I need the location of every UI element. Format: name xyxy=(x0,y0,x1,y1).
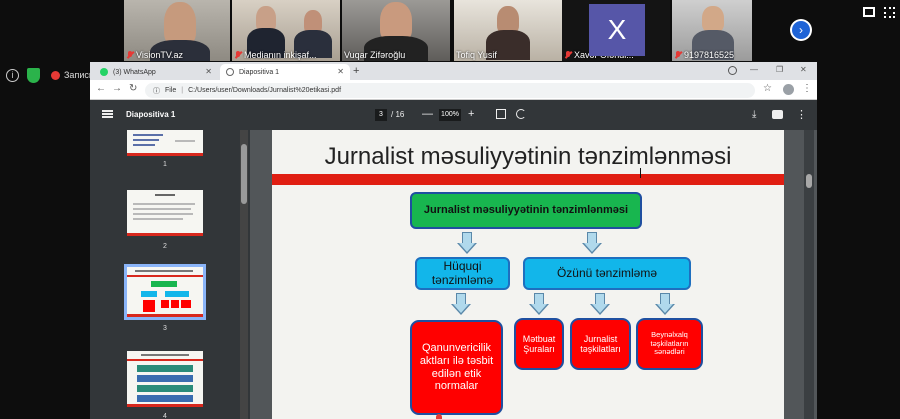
arrow-down-icon xyxy=(582,232,602,256)
rotate-icon[interactable] xyxy=(516,109,526,119)
thumbnail-page-1[interactable] xyxy=(127,130,203,156)
new-tab-button[interactable]: + xyxy=(353,65,359,77)
info-icon: ⓘ xyxy=(153,87,160,95)
zoom-input[interactable]: 100% xyxy=(439,109,461,121)
tab-pdf[interactable]: Diapositiva 1 ✕ xyxy=(220,64,350,80)
muted-mic-icon xyxy=(674,51,682,59)
participant-name: Vuqar Zifəroğlu xyxy=(344,50,406,60)
close-tab-icon[interactable]: ✕ xyxy=(205,67,212,76)
reload-button[interactable]: ↻ xyxy=(129,83,137,94)
participant-tile-2[interactable]: Medianın inkişaf... xyxy=(232,0,340,61)
download-icon[interactable]: ⤓ xyxy=(752,109,756,120)
branch-node-legal: Hüquqi tənzimləmə xyxy=(415,257,510,290)
thumbnail-page-4[interactable] xyxy=(127,351,203,407)
close-window-button[interactable]: ✕ xyxy=(800,65,807,74)
participant-name: Medianın inkişaf... xyxy=(234,50,317,60)
page-number-input[interactable]: 3 xyxy=(375,109,387,121)
recording-indicator-icon xyxy=(436,414,442,419)
leaf-node-legal: Qanunvericilik aktları ilə təsbit edilən… xyxy=(410,320,503,415)
menu-icon[interactable]: ⋮ xyxy=(802,83,812,94)
slide-title: Jurnalist məsuliyyətinin tənzimlənməsi xyxy=(324,143,732,170)
thumbnail-sidebar: 1 2 3 4 xyxy=(90,130,250,419)
menu-icon[interactable] xyxy=(102,110,113,118)
thumbnail-number: 3 xyxy=(163,325,167,332)
arrow-down-icon xyxy=(457,232,477,256)
thumbnail-number: 2 xyxy=(163,243,167,250)
tab-whatsapp[interactable]: (3) WhatsApp ✕ xyxy=(94,64,218,80)
sidebar-scrollbar-thumb[interactable] xyxy=(241,144,247,204)
fit-page-icon[interactable] xyxy=(496,109,506,119)
close-tab-icon[interactable]: ✕ xyxy=(337,67,344,76)
participant-tile-1[interactable]: VisionTV.az xyxy=(124,0,230,61)
thumbnail-number: 4 xyxy=(163,413,167,419)
participant-tile-3[interactable]: Vuqar Zifəroğlu xyxy=(342,0,450,61)
maximize-button[interactable]: ❐ xyxy=(776,65,783,74)
chevron-right-icon: › xyxy=(792,21,810,39)
layout-icon[interactable] xyxy=(863,7,875,17)
url-field[interactable]: ⓘ File | C:/Users/user/Downloads/Jurnali… xyxy=(145,83,755,98)
extension-icon[interactable] xyxy=(728,66,737,75)
participant-name: Tofiq Yusif xyxy=(456,50,497,60)
participant-name: 9197816525 xyxy=(674,50,734,60)
pdf-toolbar: Diapositiva 1 3 / 16 — 100% + ⤓ ⋮ xyxy=(90,100,817,130)
forward-button[interactable]: → xyxy=(112,83,122,94)
screen: VisionTV.az Medianın inkişaf... Vuqar Zi… xyxy=(0,0,900,419)
participant-name: VisionTV.az xyxy=(126,50,183,60)
thumbnail-number: 1 xyxy=(163,161,167,168)
thumbnail-page-3[interactable] xyxy=(124,264,206,320)
info-icon[interactable]: i xyxy=(6,69,19,82)
muted-mic-icon xyxy=(234,51,242,59)
print-icon[interactable] xyxy=(772,110,783,119)
profile-icon[interactable] xyxy=(783,84,794,95)
back-button[interactable]: ← xyxy=(96,83,106,94)
meeting-status-bar: i Запись xyxy=(0,66,94,86)
arrow-down-icon xyxy=(590,293,610,317)
viewer-scrollbar-thumb[interactable] xyxy=(806,174,812,188)
zoom-in-button[interactable]: + xyxy=(468,108,474,120)
muted-mic-icon xyxy=(564,51,572,59)
page-count: / 16 xyxy=(391,110,405,119)
recording-icon xyxy=(51,71,60,80)
title-band xyxy=(272,174,784,185)
fullscreen-icon[interactable] xyxy=(884,7,895,18)
tab-bar: (3) WhatsApp ✕ Diapositiva 1 ✕ + — ❐ ✕ xyxy=(90,62,817,80)
leaf-node-intl-orgs: Beynəlxalq təşkilatların sənədləri xyxy=(636,318,703,370)
text-cursor xyxy=(640,168,641,178)
participant-tile-6[interactable]: 9197816525 xyxy=(672,0,752,61)
arrow-down-icon xyxy=(655,293,675,317)
minimize-button[interactable]: — xyxy=(750,65,758,74)
document-title: Diapositiva 1 xyxy=(126,110,176,119)
root-node: Jurnalist məsuliyyətinin tənzimlənməsi xyxy=(410,192,642,229)
shield-icon[interactable] xyxy=(27,68,40,83)
muted-mic-icon xyxy=(126,51,134,59)
participant-tile-4[interactable]: Tofiq Yusif xyxy=(454,0,562,61)
arrow-down-icon xyxy=(451,293,471,317)
pdf-viewer: 1 2 3 4 Jurnalist məsuliyyətinin tənziml… xyxy=(90,130,817,419)
more-options-icon[interactable]: ⋮ xyxy=(796,108,807,121)
arrow-down-icon xyxy=(529,293,549,317)
address-bar: ← → ↻ ⓘ File | C:/Users/user/Downloads/J… xyxy=(90,80,817,100)
next-participants-button[interactable]: › xyxy=(790,19,812,41)
meeting-background xyxy=(817,62,900,419)
participant-strip: VisionTV.az Medianın inkişaf... Vuqar Zi… xyxy=(0,0,900,62)
browser-window: (3) WhatsApp ✕ Diapositiva 1 ✕ + — ❐ ✕ ←… xyxy=(90,62,817,419)
bookmark-star-icon[interactable]: ☆ xyxy=(763,83,772,94)
globe-icon xyxy=(226,68,234,76)
participant-avatar: X xyxy=(589,4,645,56)
whatsapp-icon xyxy=(100,68,108,76)
pdf-page: Jurnalist məsuliyyətinin tənzimlənməsi J… xyxy=(272,130,784,419)
zoom-out-button[interactable]: — xyxy=(422,108,433,120)
leaf-node-press-council: Mətbuat Şuraları xyxy=(514,318,564,370)
thumbnail-page-2[interactable] xyxy=(127,190,203,236)
branch-node-self: Özünü tənzimləmə xyxy=(523,257,691,290)
leaf-node-journalist-orgs: Jurnalist təşkilatları xyxy=(570,318,631,370)
